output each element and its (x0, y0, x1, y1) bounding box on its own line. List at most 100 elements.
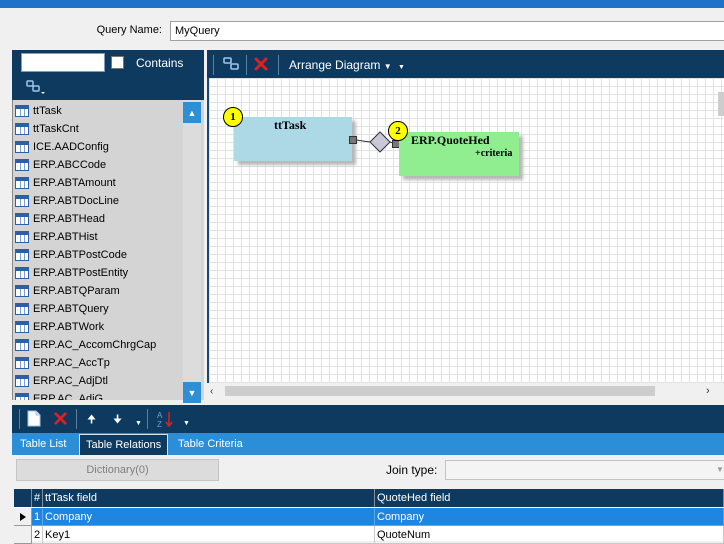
grid-header-left-field[interactable]: ttTask field (43, 489, 375, 507)
contains-label: Contains (136, 56, 184, 70)
table-icon (15, 303, 29, 315)
right-field-cell[interactable]: Company (375, 508, 724, 526)
scroll-right-icon[interactable]: › (706, 385, 710, 397)
list-item[interactable]: ERP.AC_AccTp (13, 354, 183, 372)
list-item[interactable]: ERP.AC_AdjG (13, 390, 183, 400)
canvas-vertical-scroll-thumb[interactable] (718, 92, 724, 116)
table-icon (15, 375, 29, 387)
scroll-left-icon[interactable]: ‹ (210, 386, 213, 397)
delete-icon[interactable] (53, 411, 68, 429)
contains-checkbox[interactable] (111, 56, 124, 69)
list-item-label: ttTaskCnt (33, 123, 79, 135)
list-item[interactable]: ERP.ABTPostCode (13, 246, 183, 264)
list-item[interactable]: ERP.ABTDocLine (13, 192, 183, 210)
delete-icon[interactable] (253, 56, 269, 75)
tab-table-criteria[interactable]: Table Criteria (178, 433, 243, 455)
table-search-input[interactable] (21, 53, 105, 72)
list-item-label: ERP.ABTPostCode (33, 249, 127, 261)
table-icon (15, 357, 29, 369)
row-selector-icon[interactable] (14, 508, 32, 526)
table-list[interactable]: ttTask ttTaskCnt ICE.AADConfig ERP.ABCCode E… (12, 100, 204, 400)
list-item[interactable]: ERP.AC_AccomChrgCap (13, 336, 183, 354)
list-item-label: ERP.AC_AdjG (33, 393, 104, 400)
list-item[interactable]: ERP.AC_AdjDtl (13, 372, 183, 390)
table-row[interactable]: 2 Key1 QuoteNum (14, 526, 724, 544)
list-item-label: ERP.ABTHead (33, 213, 105, 225)
table-row[interactable]: 1 Company Company (14, 508, 724, 526)
table-icon (15, 267, 29, 279)
list-item-label: ERP.ABCCode (33, 159, 107, 171)
table-list-scrollbar[interactable]: ▲ ▼ (183, 100, 201, 403)
table-icon (15, 195, 29, 207)
list-item[interactable]: ERP.ABTWork (13, 318, 183, 336)
toolbar-separator (19, 409, 20, 429)
table-icon (15, 159, 29, 171)
toolbar-separator (213, 55, 214, 75)
list-item-label: ERP.AC_AccTp (33, 357, 110, 369)
toolbar-separator (278, 55, 279, 75)
arrange-diagram-menu[interactable]: Arrange Diagram ▼ (289, 58, 392, 72)
table-icon (15, 213, 29, 225)
grid-header-num[interactable]: # (32, 489, 43, 507)
relations-grid[interactable]: # ttTask field QuoteHed field 1 Company … (14, 489, 724, 544)
list-item-label: ERP.ABTAmount (33, 177, 116, 189)
chevron-down-icon[interactable]: ▼ (398, 64, 405, 71)
move-down-icon[interactable]: 🠋 (113, 411, 122, 430)
dictionary-button[interactable]: Dictionary(0) (16, 459, 219, 481)
table-icon (15, 177, 29, 189)
node-criteria: +criteria (475, 148, 513, 159)
list-item[interactable]: ERP.ABTHead (13, 210, 183, 228)
query-name-input[interactable] (170, 21, 724, 41)
canvas-horizontal-scroll-thumb[interactable] (225, 386, 655, 396)
diagram-toolbar (207, 50, 724, 78)
toolbar-separator (76, 409, 77, 429)
table-icon (15, 249, 29, 261)
chevron-down-icon[interactable]: ▼ (135, 420, 142, 427)
link-icon[interactable] (222, 56, 242, 75)
list-item[interactable]: ERP.ABTHist (13, 228, 183, 246)
tab-table-relations[interactable]: Table Relations (79, 434, 169, 455)
arrange-diagram-label: Arrange Diagram (289, 58, 381, 72)
list-item-label: ERP.AC_AdjDtl (33, 375, 108, 387)
table-icon (15, 141, 29, 153)
scroll-up-icon[interactable]: ▲ (183, 102, 201, 123)
chevron-down-icon[interactable]: ▼ (183, 420, 190, 427)
row-number: 2 (32, 526, 43, 544)
chevron-down-icon[interactable]: ▼ (716, 465, 724, 474)
link-icon[interactable] (24, 79, 46, 95)
list-item[interactable]: ERP.ABTQuery (13, 300, 183, 318)
svg-text:Z: Z (157, 420, 162, 428)
row-selector[interactable] (14, 526, 32, 544)
svg-text:A: A (157, 411, 163, 420)
table-icon (15, 339, 29, 351)
table-icon (15, 393, 29, 400)
join-type-select[interactable] (445, 460, 724, 480)
scroll-down-icon[interactable]: ▼ (183, 382, 201, 403)
grid-header-right-field[interactable]: QuoteHed field (375, 489, 724, 507)
list-item[interactable]: ERP.ABTAmount (13, 174, 183, 192)
list-item[interactable]: ttTaskCnt (13, 120, 183, 138)
new-document-icon[interactable] (27, 410, 41, 430)
move-up-icon[interactable]: 🠉 (87, 411, 96, 430)
table-icon (15, 123, 29, 135)
list-item-label: ttTask (33, 105, 62, 117)
list-item[interactable]: ERP.ABTPostEntity (13, 264, 183, 282)
table-icon (15, 285, 29, 297)
list-item[interactable]: ERP.ABTQParam (13, 282, 183, 300)
list-item[interactable]: ERP.ABCCode (13, 156, 183, 174)
list-item[interactable]: ttTask (13, 102, 183, 120)
table-icon (15, 321, 29, 333)
node-title: ttTask (274, 118, 307, 132)
relations-tab-bar: Table List Table Relations Table Criteri… (12, 433, 724, 455)
sort-icon[interactable]: A Z (156, 410, 174, 431)
left-field-cell[interactable]: Key1 (43, 526, 375, 544)
tab-table-list[interactable]: Table List (20, 433, 66, 455)
node-badge: 1 (223, 107, 243, 127)
node-title: ERP.QuoteHed (411, 133, 490, 147)
row-number: 1 (32, 508, 43, 526)
left-field-cell[interactable]: Company (43, 508, 375, 526)
list-item[interactable]: ICE.AADConfig (13, 138, 183, 156)
list-item-label: ERP.ABTWork (33, 321, 105, 333)
join-type-label: Join type: (386, 463, 438, 477)
right-field-cell[interactable]: QuoteNum (375, 526, 724, 544)
